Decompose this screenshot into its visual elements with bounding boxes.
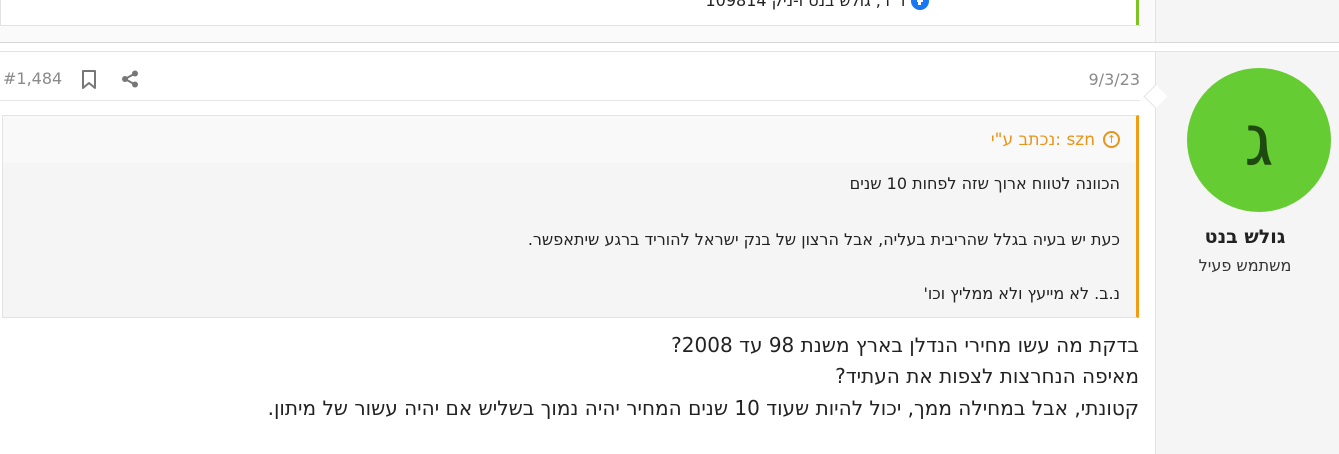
previous-post-signature: ד"ר, גולש בנט ו-ניק 109814 (705, 0, 929, 10)
previous-post: ד"ר, גולש בנט ו-ניק 109814 (0, 0, 1339, 43)
previous-post-body: ד"ר, גולש בנט ו-ניק 109814 (0, 0, 1141, 26)
previous-post-sidebar (1155, 0, 1339, 42)
forum-post: ג גולש בנט משתמש פעיל 9/3/23 #1,484 ↑ sz… (0, 51, 1339, 454)
quote-block: ↑ szn :נכתב ע"י הכוונה לטווח ארוך שזה לפ… (2, 115, 1139, 318)
author-title: משתמש פעיל (1198, 256, 1292, 275)
post-number-link[interactable]: #1,484 (3, 69, 62, 88)
quote-line: כעת יש בעיה בגלל שהריבית בעליה, אבל הרצו… (527, 230, 1120, 249)
author-name[interactable]: גולש בנט (1170, 226, 1320, 248)
avatar[interactable]: ג (1187, 68, 1331, 212)
arrow-up-circle-icon[interactable]: ↑ (1103, 131, 1120, 148)
quote-header: ↑ szn :נכתב ע"י (3, 116, 1136, 163)
post-date[interactable]: 9/3/23 (1089, 70, 1141, 89)
quote-line: הכוונה לטווח ארוך שזה לפחות 10 שנים (849, 174, 1120, 193)
signature-accent-bar (1136, 0, 1139, 25)
share-icon[interactable] (120, 69, 140, 89)
signature-text: ד"ר, גולש בנט ו-ניק 109814 (705, 0, 906, 10)
post-header: 9/3/23 #1,484 (0, 52, 1140, 101)
post-body-line: קטונתי, אבל במחילה ממך, יכול להיות שעוד … (267, 396, 1139, 420)
quote-attribution[interactable]: szn :נכתב ע"י (991, 130, 1095, 150)
avatar-letter: ג (1244, 98, 1274, 182)
post-body-line: בדקת מה עשו מחירי הנדלן בארץ משנת 98 עד … (671, 333, 1139, 357)
bookmark-icon[interactable] (80, 69, 98, 89)
post-body-line: מאיפה הנחרצות לצפות את העתיד? (835, 364, 1139, 388)
facebook-icon (911, 0, 929, 10)
quote-line: נ.ב. לא מייעץ ולא ממליץ וכו' (923, 284, 1120, 303)
